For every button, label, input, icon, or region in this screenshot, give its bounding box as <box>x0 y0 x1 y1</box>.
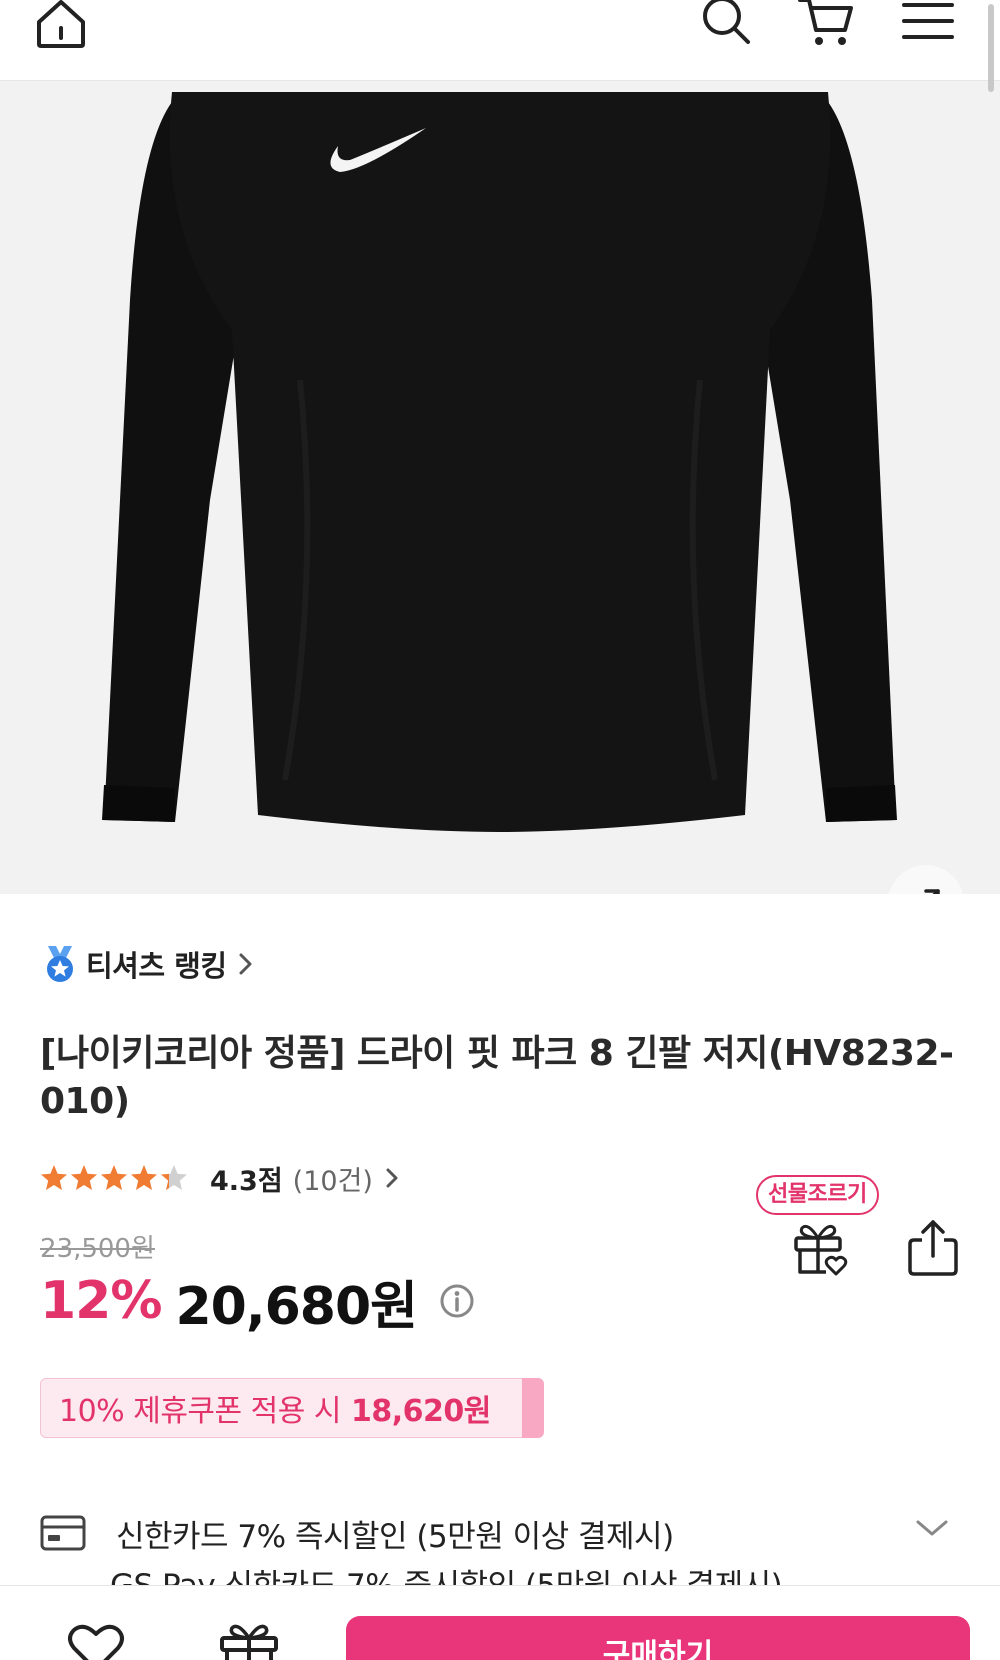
chevron-right-icon <box>386 1168 398 1188</box>
card-benefit-row[interactable]: 신한카드 7% 즉시할인 (5만원 이상 결제시) <box>40 1508 960 1558</box>
rating-score: 4.3점 <box>210 1165 283 1197</box>
coupon-banner[interactable]: 10% 제휴쿠폰 적용 시 18,620원 <box>40 1378 542 1438</box>
product-title: [나이키코리아 정품] 드라이 핏 파크 8 긴팔 저지(HV8232-010) <box>40 1033 954 1122</box>
ranking-link[interactable]: 티셔츠 랭킹 <box>42 942 257 986</box>
info-icon[interactable] <box>439 1283 475 1319</box>
scrollbar-thumb[interactable] <box>988 4 994 92</box>
price-row: 12% 20,680원 <box>40 1266 475 1337</box>
cart-icon[interactable] <box>796 0 856 50</box>
ranking-label: 티셔츠 랭킹 <box>86 949 227 983</box>
gift-icon[interactable] <box>218 1620 280 1660</box>
star-rating <box>40 1164 190 1192</box>
sale-price: 20,680원 <box>175 1276 418 1337</box>
original-price: 23,500원 <box>40 1234 155 1264</box>
search-icon[interactable] <box>696 0 756 50</box>
chevron-down-icon[interactable] <box>914 1516 950 1540</box>
chevron-right-icon <box>239 953 251 975</box>
rating-row[interactable]: 4.3점 (10건) <box>40 1156 403 1200</box>
credit-card-icon <box>40 1515 86 1551</box>
bottom-action-bar: 구매하기 <box>0 1585 1000 1660</box>
heart-icon[interactable] <box>66 1624 126 1660</box>
card-benefit-text: 신한카드 7% 즉시할인 (5만원 이상 결제시) <box>116 1518 674 1555</box>
review-count: (10건) <box>292 1165 373 1197</box>
coupon-prefix: 10% 제휴쿠폰 적용 시 <box>59 1394 342 1429</box>
menu-icon[interactable] <box>898 0 958 50</box>
share-icon[interactable] <box>906 1218 960 1282</box>
product-image[interactable] <box>0 80 1000 894</box>
gift-icon[interactable] <box>790 1218 850 1282</box>
discount-rate: 12% <box>40 1271 162 1331</box>
ranking-badge-icon <box>47 946 73 982</box>
coupon-ticket-edge <box>522 1378 544 1438</box>
buy-button[interactable]: 구매하기 <box>346 1616 970 1660</box>
home-icon[interactable] <box>30 0 92 52</box>
expand-icon <box>924 889 940 894</box>
coupon-price: 18,620원 <box>351 1394 491 1429</box>
jersey-illustration <box>102 92 897 832</box>
gift-request-badge[interactable]: 선물조르기 <box>756 1175 879 1215</box>
top-navigation <box>0 0 1000 81</box>
